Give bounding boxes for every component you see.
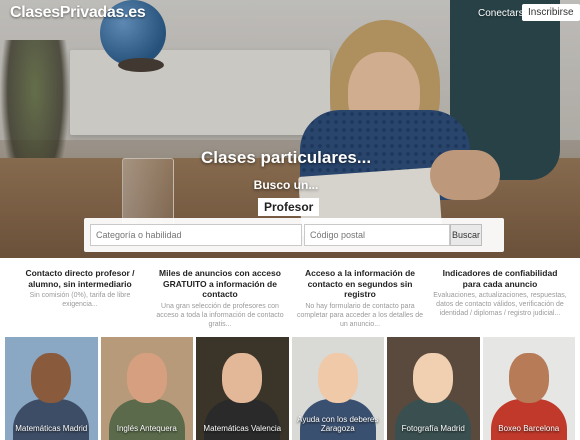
hero-subtitle: Busco un... (253, 178, 319, 192)
feature-description: Una gran selección de profesores con acc… (156, 302, 284, 328)
feature-direct-contact: Contacto directo profesor / alumno, sin … (10, 268, 150, 334)
tutor-card-label: Boxeo Barcelona (498, 424, 560, 433)
search-button[interactable]: Buscar (450, 224, 482, 246)
hero-title: Clases particulares... (200, 148, 372, 167)
postal-code-input[interactable] (304, 224, 450, 246)
feature-description: Evaluaciones, actualizaciones, respuesta… (433, 292, 567, 317)
tutor-card[interactable]: Fotografía Madrid (387, 337, 480, 440)
feature-description: No hay formulario de contacto para compl… (296, 302, 424, 328)
tutor-card[interactable]: Ayuda con los deberes Zaragoza (291, 337, 384, 440)
signup-button[interactable]: Inscribirse (522, 4, 580, 21)
tutor-card[interactable]: Matemáticas Madrid (5, 337, 98, 440)
feature-title: Contacto directo profesor / alumno, sin … (25, 268, 135, 289)
feature-title: Indicadores de confiabilidad para cada a… (442, 268, 558, 289)
featured-tutors: Matemáticas Madrid Inglés Antequera Mate… (5, 337, 575, 440)
search-type-selector[interactable]: Profesor (258, 198, 320, 216)
tutor-card-label: Ayuda con los deberes Zaragoza (297, 415, 379, 433)
feature-no-registration: Acceso a la información de contacto en s… (290, 268, 430, 334)
tutor-card-label: Matemáticas Valencia (203, 424, 282, 433)
site-logo[interactable]: ClasesPrivadas.es (10, 4, 146, 22)
features-row: Contacto directo profesor / alumno, sin … (10, 268, 570, 334)
tutor-card-label: Fotografía Madrid (401, 424, 465, 433)
feature-description: Sin comisión (0%), tarifa de libre exige… (29, 292, 131, 308)
hero-banner: ClasesPrivadas.es Conectarse Inscribirse… (0, 0, 580, 258)
tutor-card[interactable]: Boxeo Barcelona (482, 337, 575, 440)
tutor-card-label: Matemáticas Madrid (15, 424, 88, 433)
feature-title: Miles de anuncios con acceso GRATUITO a … (159, 268, 281, 299)
feature-title: Acceso a la información de contacto en s… (304, 268, 416, 299)
category-input[interactable] (90, 224, 302, 246)
tutor-card[interactable]: Inglés Antequera (100, 337, 193, 440)
tutor-card-label: Inglés Antequera (116, 424, 177, 433)
feature-free-ads: Miles de anuncios con acceso GRATUITO a … (150, 268, 290, 334)
feature-reliability: Indicadores de confiabilidad para cada a… (430, 268, 570, 334)
tutor-card[interactable]: Matemáticas Valencia (196, 337, 289, 440)
search-form: Buscar (84, 218, 504, 252)
